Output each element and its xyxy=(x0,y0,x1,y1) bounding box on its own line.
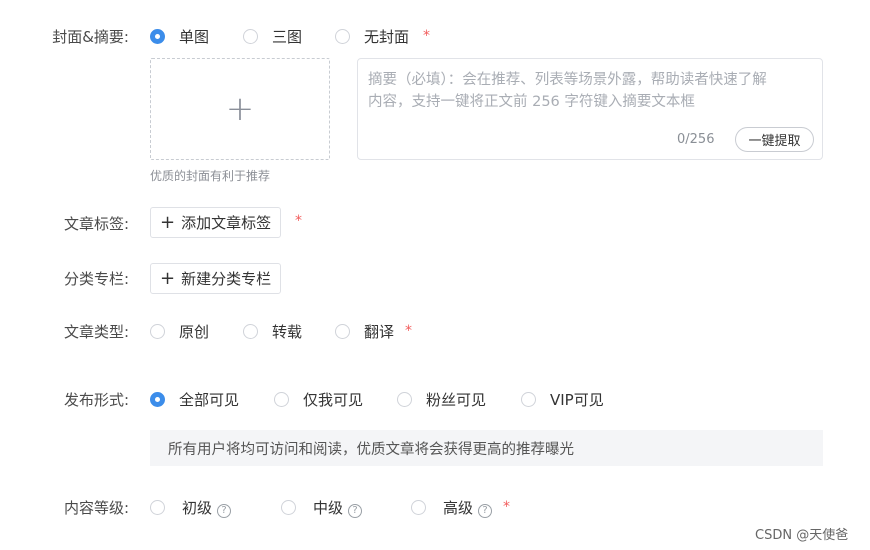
level-option-intermediate[interactable]: 中级? xyxy=(281,497,363,518)
cover-option-none[interactable]: 无封面 xyxy=(335,26,409,47)
help-icon[interactable]: ? xyxy=(348,504,363,518)
visibility-option-vip[interactable]: VIP可见 xyxy=(521,389,604,410)
help-icon[interactable]: ? xyxy=(478,504,493,518)
radio-checked-icon xyxy=(150,392,165,407)
cover-upload-button[interactable]: + xyxy=(150,58,330,160)
radio-icon xyxy=(243,29,258,44)
radio-icon xyxy=(243,324,258,339)
new-column-label: 新建分类专栏 xyxy=(181,270,272,288)
abstract-textarea[interactable]: 摘要（必填）：会在推荐、列表等场景外露，帮助读者快速了解 内容，支持一键将正文前… xyxy=(357,58,823,160)
cover-option-single[interactable]: 单图 xyxy=(150,26,209,47)
radio-label: 初级? xyxy=(182,497,232,518)
radio-checked-icon xyxy=(150,29,165,44)
radio-label: 高级? xyxy=(443,497,493,518)
radio-label: 粉丝可见 xyxy=(426,391,487,409)
article-type-label: 文章类型: xyxy=(63,323,129,341)
radio-label: VIP可见 xyxy=(550,391,604,409)
plus-icon: + xyxy=(160,267,176,289)
abstract-placeholder: 摘要（必填）：会在推荐、列表等场景外露，帮助读者快速了解 内容，支持一键将正文前… xyxy=(368,72,767,110)
radio-label: 原创 xyxy=(179,323,210,341)
cover-hint: 优质的封面有利于推荐 xyxy=(150,169,271,183)
radio-icon xyxy=(335,324,350,339)
visibility-option-all[interactable]: 全部可见 xyxy=(150,389,239,410)
radio-label: 中级? xyxy=(313,497,363,518)
radio-label: 单图 xyxy=(179,28,210,46)
new-column-button[interactable]: + 新建分类专栏 xyxy=(150,263,282,294)
plus-icon: + xyxy=(160,211,176,233)
level-label: 内容等级: xyxy=(63,499,129,517)
radio-icon xyxy=(521,392,536,407)
column-label: 分类专栏: xyxy=(63,270,129,288)
type-option-translation[interactable]: 翻译 xyxy=(335,321,394,342)
help-icon[interactable]: ? xyxy=(217,504,232,518)
visibility-label: 发布形式: xyxy=(63,391,129,409)
tags-label: 文章标签: xyxy=(63,215,129,233)
level-option-beginner[interactable]: 初级? xyxy=(150,497,232,518)
required-mark: * xyxy=(423,28,430,44)
radio-icon xyxy=(150,324,165,339)
radio-label: 无封面 xyxy=(364,28,410,46)
plus-icon: + xyxy=(225,89,255,129)
radio-icon xyxy=(335,29,350,44)
visibility-option-self[interactable]: 仅我可见 xyxy=(274,389,363,410)
extract-abstract-button[interactable]: 一键提取 xyxy=(735,127,814,152)
type-option-repost[interactable]: 转载 xyxy=(243,321,302,342)
radio-icon xyxy=(397,392,412,407)
radio-icon xyxy=(150,500,165,515)
visibility-info: 所有用户将均可访问和阅读，优质文章将会获得更高的推荐曝光 xyxy=(150,430,823,466)
radio-label: 仅我可见 xyxy=(303,391,364,409)
cover-label: 封面&摘要: xyxy=(52,28,129,46)
level-option-advanced[interactable]: 高级? xyxy=(411,497,493,518)
visibility-option-fans[interactable]: 粉丝可见 xyxy=(397,389,486,410)
cover-option-three[interactable]: 三图 xyxy=(243,26,302,47)
add-tag-label: 添加文章标签 xyxy=(181,214,272,232)
required-mark: * xyxy=(503,499,510,515)
watermark: CSDN @天使爸 xyxy=(755,528,849,543)
radio-label: 三图 xyxy=(272,28,303,46)
abstract-char-count: 0/256 xyxy=(677,132,715,147)
required-mark: * xyxy=(405,323,412,339)
radio-label: 转载 xyxy=(272,323,303,341)
add-tag-button[interactable]: + 添加文章标签 xyxy=(150,207,282,238)
radio-icon xyxy=(281,500,296,515)
radio-label: 翻译 xyxy=(364,323,395,341)
required-mark: * xyxy=(295,213,302,229)
type-option-original[interactable]: 原创 xyxy=(150,321,209,342)
radio-icon xyxy=(274,392,289,407)
radio-label: 全部可见 xyxy=(179,391,240,409)
radio-icon xyxy=(411,500,426,515)
